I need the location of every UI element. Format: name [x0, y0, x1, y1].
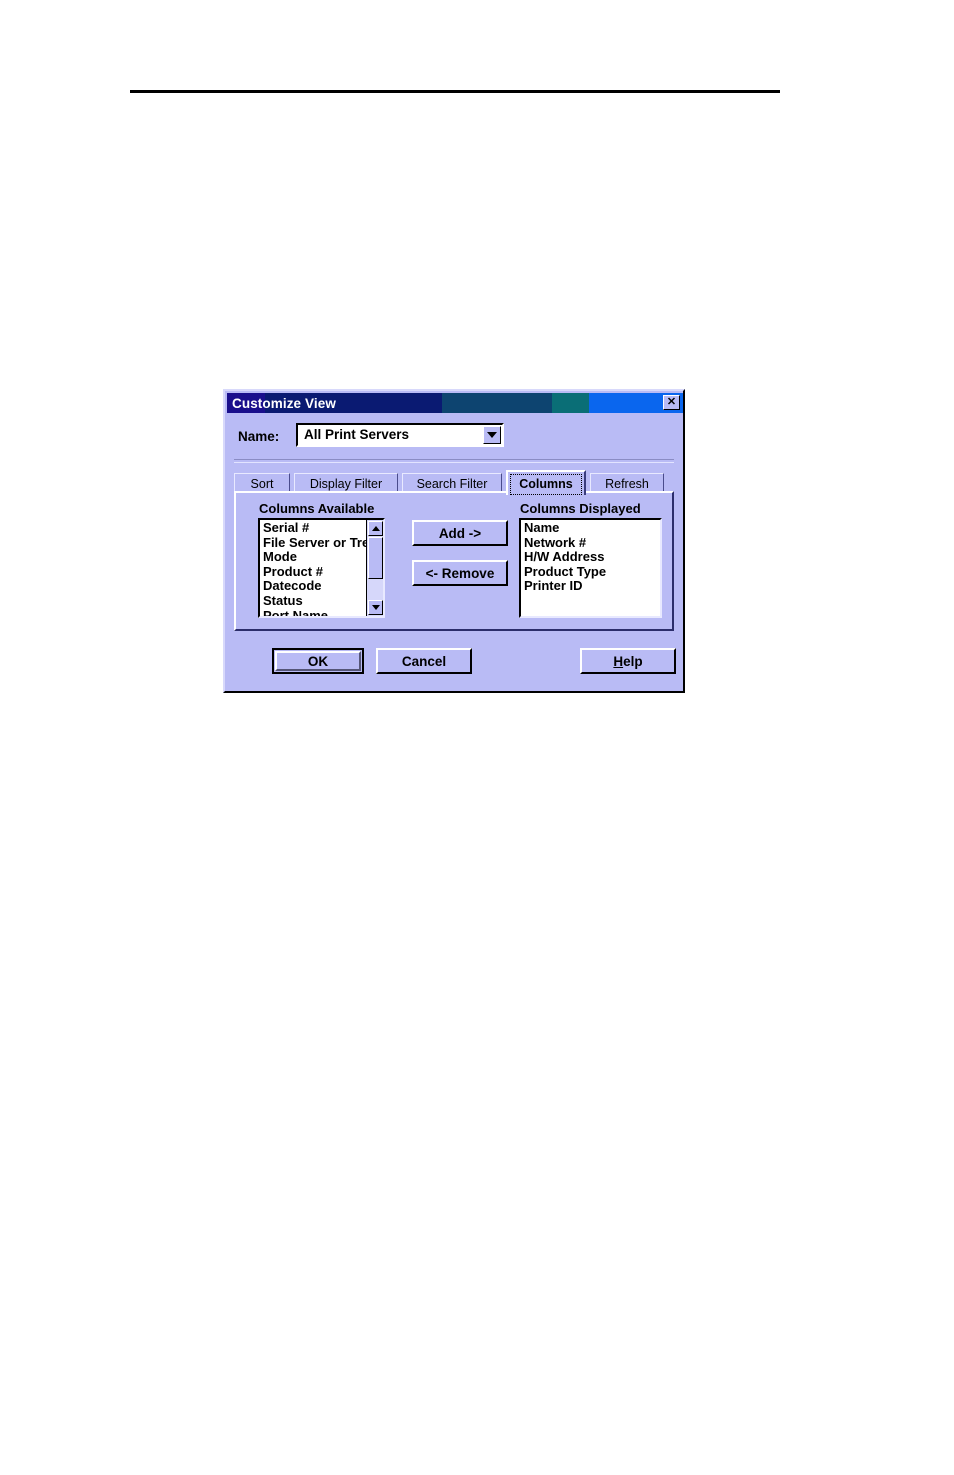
- dialog-titlebar[interactable]: Customize View ✕: [227, 393, 683, 413]
- columns-displayed-items: Name Network # H/W Address Product Type …: [524, 520, 660, 594]
- list-item[interactable]: File Server or Tree: [263, 535, 383, 551]
- ok-button-label: OK: [307, 653, 329, 669]
- dialog-title: Customize View: [232, 395, 336, 411]
- remove-button-label: <- Remove: [425, 565, 495, 581]
- list-item[interactable]: Mode: [263, 550, 383, 565]
- help-button-label: Help: [613, 654, 642, 669]
- help-button[interactable]: Help: [580, 648, 676, 674]
- list-item[interactable]: H/W Address: [524, 550, 660, 565]
- tab-display-filter[interactable]: Display Filter: [294, 473, 398, 493]
- tab-sort-label: Sort: [250, 476, 274, 491]
- cancel-button-label: Cancel: [401, 653, 447, 669]
- scrollbar-thumb[interactable]: [368, 537, 383, 579]
- customize-view-dialog: Customize View ✕ Name: All Print Servers…: [223, 389, 685, 693]
- tabstrip: Sort Display Filter Search Filter Column…: [234, 470, 674, 495]
- name-label: Name:: [238, 429, 280, 444]
- tab-columns-label: Columns: [519, 476, 573, 491]
- tab-search-filter[interactable]: Search Filter: [402, 473, 502, 493]
- list-item[interactable]: Network #: [524, 535, 660, 551]
- close-icon[interactable]: ✕: [663, 395, 680, 410]
- view-name-value: All Print Servers: [304, 427, 410, 442]
- view-name-combobox[interactable]: All Print Servers: [296, 423, 504, 447]
- divider: [234, 459, 674, 463]
- list-item[interactable]: Datecode: [263, 579, 383, 594]
- help-rest: elp: [623, 653, 643, 669]
- name-row: Name: All Print Servers: [225, 423, 683, 451]
- list-item[interactable]: Name: [524, 520, 660, 536]
- columns-tab-panel: Columns Available Serial # File Server o…: [234, 491, 674, 631]
- chevron-down-icon[interactable]: [483, 426, 501, 444]
- columns-available-label: Columns Available: [259, 501, 375, 516]
- columns-available-items: Serial # File Server or Tree Mode Produc…: [263, 520, 383, 616]
- remove-button[interactable]: <- Remove: [412, 560, 508, 586]
- tab-columns[interactable]: Columns: [506, 470, 586, 495]
- list-item[interactable]: Product Type: [524, 564, 660, 580]
- triangle-up-glyph: [371, 526, 380, 531]
- ok-button[interactable]: OK: [272, 648, 364, 674]
- chevron-down-glyph: [487, 432, 497, 438]
- add-button[interactable]: Add ->: [412, 520, 508, 546]
- triangle-up-icon[interactable]: [368, 521, 383, 536]
- add-button-label: Add ->: [438, 525, 482, 541]
- list-item[interactable]: Status: [263, 593, 383, 609]
- columns-displayed-listbox[interactable]: Name Network # H/W Address Product Type …: [519, 518, 662, 618]
- cancel-button[interactable]: Cancel: [376, 648, 472, 674]
- columns-available-listbox[interactable]: Serial # File Server or Tree Mode Produc…: [258, 518, 385, 618]
- page-header-rule: [130, 90, 780, 93]
- triangle-down-icon[interactable]: [368, 600, 383, 615]
- tab-search-filter-label: Search Filter: [416, 476, 488, 491]
- tab-refresh-label: Refresh: [605, 476, 649, 491]
- list-item[interactable]: Printer ID: [524, 579, 660, 594]
- tab-refresh[interactable]: Refresh: [590, 473, 664, 493]
- columns-available-scrollbar[interactable]: [366, 520, 383, 616]
- tab-display-filter-label: Display Filter: [309, 476, 383, 491]
- tab-sort[interactable]: Sort: [234, 473, 290, 493]
- help-mnemonic: H: [613, 653, 624, 669]
- columns-displayed-label: Columns Displayed: [520, 501, 641, 516]
- list-item[interactable]: Product #: [263, 564, 383, 580]
- triangle-down-glyph: [371, 605, 380, 610]
- list-item[interactable]: Port Name: [263, 608, 383, 616]
- list-item[interactable]: Serial #: [263, 520, 383, 536]
